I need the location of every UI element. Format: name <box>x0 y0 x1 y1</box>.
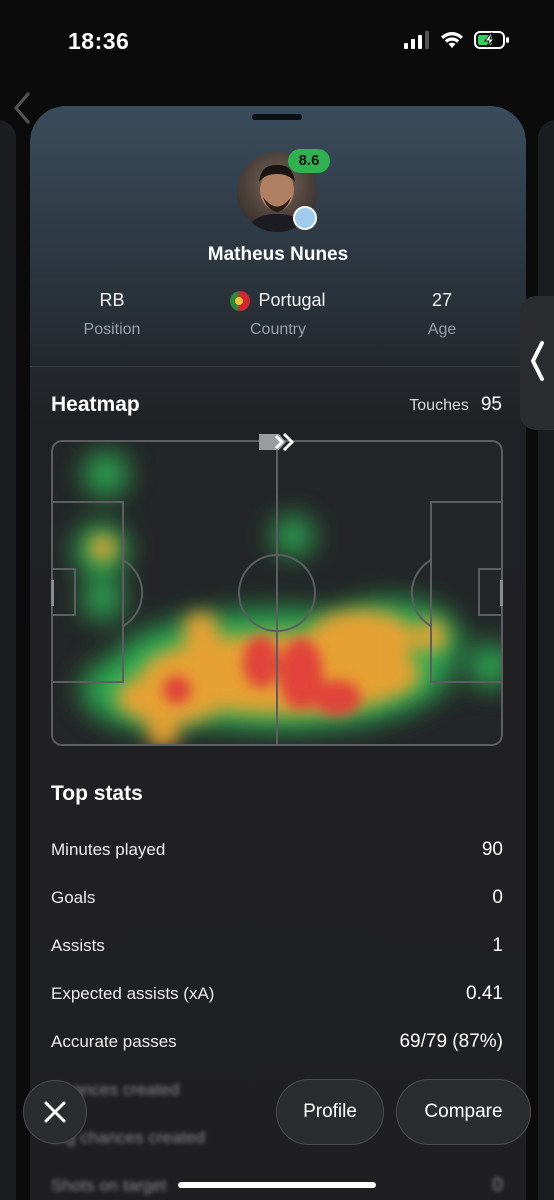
age-label: Age <box>427 321 457 338</box>
stat-value: 1 <box>492 935 503 956</box>
portugal-flag-icon <box>230 290 251 311</box>
wifi-icon <box>441 32 463 48</box>
touches-value: 95 <box>480 394 502 415</box>
top-stats-title: Top stats <box>51 782 143 805</box>
stat-row: Goals 0 <box>51 874 503 922</box>
previous-card-edge[interactable] <box>0 120 16 1200</box>
cellular-signal-icon <box>404 31 429 49</box>
status-bar: 18:36 <box>0 0 554 80</box>
stat-value: 69/79 (87%) <box>399 1031 503 1052</box>
compare-button[interactable]: Compare <box>396 1079 531 1145</box>
player-card-sheet: 8.6 Matheus Nunes RB Position Portugal C… <box>30 106 526 1200</box>
heatmap-pitch <box>51 440 503 746</box>
stat-label: Minutes played <box>51 840 166 859</box>
stat-label: Expected assists (xA) <box>51 984 215 1003</box>
stat-label: Assists <box>51 936 105 955</box>
header-divider <box>30 366 526 367</box>
background-back-icon <box>14 92 30 124</box>
info-age: 27 Age <box>377 290 507 339</box>
stat-label: Accurate passes <box>51 1032 177 1051</box>
close-button[interactable] <box>23 1080 87 1144</box>
heatmap-title: Heatmap <box>51 393 140 416</box>
touches-stat: Touches 95 <box>409 394 502 416</box>
profile-button[interactable]: Profile <box>276 1079 384 1145</box>
close-icon <box>44 1101 66 1123</box>
stat-value: 0 <box>492 1175 503 1196</box>
chevron-left-icon <box>531 341 544 381</box>
stat-row: Shots on target 0 <box>51 1162 503 1200</box>
touches-label: Touches <box>409 397 469 414</box>
club-badge-icon <box>293 206 317 230</box>
stat-label: Goals <box>51 888 96 907</box>
stat-row: Assists 1 <box>51 922 503 970</box>
status-icons <box>404 30 510 50</box>
stat-row: Expected assists (xA) 0.41 <box>51 970 503 1018</box>
stat-value: 0 <box>492 887 503 908</box>
age-value: 27 <box>431 290 453 310</box>
country-label: Country <box>249 321 307 338</box>
battery-charging-icon <box>474 31 509 49</box>
info-position: RB Position <box>47 290 177 339</box>
home-indicator[interactable] <box>178 1182 376 1188</box>
sheet-grabber[interactable] <box>252 114 302 120</box>
player-rating-badge: 8.6 <box>288 149 330 173</box>
attack-direction-icon <box>259 432 295 452</box>
next-card-edge[interactable] <box>538 120 554 1200</box>
player-name: Matheus Nunes <box>207 244 349 265</box>
stat-value: 90 <box>481 839 503 860</box>
position-label: Position <box>83 321 141 338</box>
position-value: RB <box>99 290 125 310</box>
stat-row: Minutes played 90 <box>51 826 503 874</box>
stat-value: 0.41 <box>466 983 503 1004</box>
stat-label: Shots on target <box>51 1176 167 1195</box>
side-panel-tab[interactable] <box>520 296 554 430</box>
stat-row: Accurate passes 69/79 (87%) <box>51 1018 503 1066</box>
info-country: Portugal Country <box>213 290 343 339</box>
country-value: Portugal <box>258 290 326 310</box>
status-time: 18:36 <box>68 28 130 54</box>
